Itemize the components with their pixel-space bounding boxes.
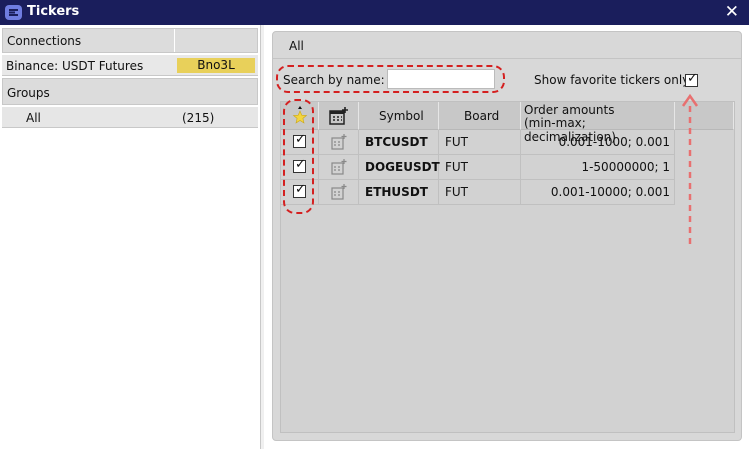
board-text: FUT xyxy=(445,160,469,174)
tickers-table: Symbol Board Order amounts (min-max; dec… xyxy=(280,101,735,433)
title-bar: Tickers ✕ xyxy=(0,0,749,25)
column-header-symbol-label: Symbol xyxy=(379,109,424,123)
close-button[interactable]: ✕ xyxy=(725,2,739,22)
amounts-text: 0.001-10000; 0.001 xyxy=(550,185,670,199)
group-row-all[interactable]: All (215) xyxy=(2,107,258,128)
symbol-cell: ETHUSDT xyxy=(359,180,439,204)
column-header-amounts[interactable]: Order amounts (min-max; decimalization) xyxy=(521,102,675,144)
search-highlight xyxy=(276,65,505,93)
favorites-only-label: Show favorite tickers only xyxy=(534,73,690,87)
calendar-plus-icon[interactable] xyxy=(331,184,347,200)
column-header-add[interactable] xyxy=(319,102,359,130)
left-panel: Connections Binance: USDT Futures Bno3L … xyxy=(0,25,261,449)
connections-header: Connections xyxy=(2,28,258,53)
symbol-text: DOGEUSDT xyxy=(365,160,440,174)
connection-row[interactable]: Binance: USDT Futures Bno3L xyxy=(2,55,258,76)
tab-all[interactable]: All xyxy=(289,39,304,53)
symbol-text: BTCUSDT xyxy=(365,135,428,149)
checkmark-icon: ✓ xyxy=(687,71,698,86)
group-count: (215) xyxy=(182,111,215,125)
window-title: Tickers xyxy=(27,4,80,19)
table-row[interactable]: ✓ DOGEUSDT FUT 1-50000000; 1 xyxy=(281,155,675,180)
amounts-text: 1-50000000; 1 xyxy=(581,160,670,174)
groups-header: Groups xyxy=(2,78,258,105)
amounts-text: 0.001-1000; 0.001 xyxy=(558,135,670,149)
connection-badge: Bno3L xyxy=(177,58,255,73)
board-cell: FUT xyxy=(439,130,521,154)
calendar-plus-icon[interactable] xyxy=(331,134,347,150)
annotation-arrow-icon xyxy=(681,94,699,244)
connections-header-label: Connections xyxy=(7,34,82,48)
group-name: All xyxy=(26,111,41,125)
table-row[interactable]: ✓ BTCUSDT FUT 0.001-1000; 0.001 xyxy=(281,130,675,155)
column-header-amounts-label: Order amounts xyxy=(524,103,615,117)
groups-header-label: Groups xyxy=(7,86,50,100)
column-header-board-label: Board xyxy=(464,109,500,123)
tab-divider xyxy=(273,58,741,59)
amounts-cell: 1-50000000; 1 xyxy=(521,155,675,179)
board-cell: FUT xyxy=(439,155,521,179)
favorites-only-checkbox[interactable]: ✓ xyxy=(685,71,698,87)
add-cell xyxy=(319,130,359,154)
favorite-column-highlight xyxy=(283,99,314,214)
board-text: FUT xyxy=(445,185,469,199)
column-divider xyxy=(174,29,175,52)
board-text: FUT xyxy=(445,135,469,149)
column-header-board[interactable]: Board xyxy=(439,102,521,130)
symbol-cell: BTCUSDT xyxy=(359,130,439,154)
add-cell xyxy=(319,180,359,204)
symbol-cell: DOGEUSDT xyxy=(359,155,440,179)
column-header-symbol[interactable]: Symbol xyxy=(359,102,439,130)
connection-name: Binance: USDT Futures xyxy=(6,59,144,73)
app-logo-icon xyxy=(5,5,22,20)
amounts-cell: 0.001-10000; 0.001 xyxy=(521,180,675,204)
board-cell: FUT xyxy=(439,180,521,204)
calendar-plus-icon[interactable] xyxy=(331,159,347,175)
table-row[interactable]: ✓ ETHUSDT FUT 0.001-10000; 0.001 xyxy=(281,180,675,205)
amounts-cell: 0.001-1000; 0.001 xyxy=(521,130,675,154)
symbol-text: ETHUSDT xyxy=(365,185,428,199)
add-cell xyxy=(319,155,359,179)
calendar-plus-icon xyxy=(329,107,348,125)
